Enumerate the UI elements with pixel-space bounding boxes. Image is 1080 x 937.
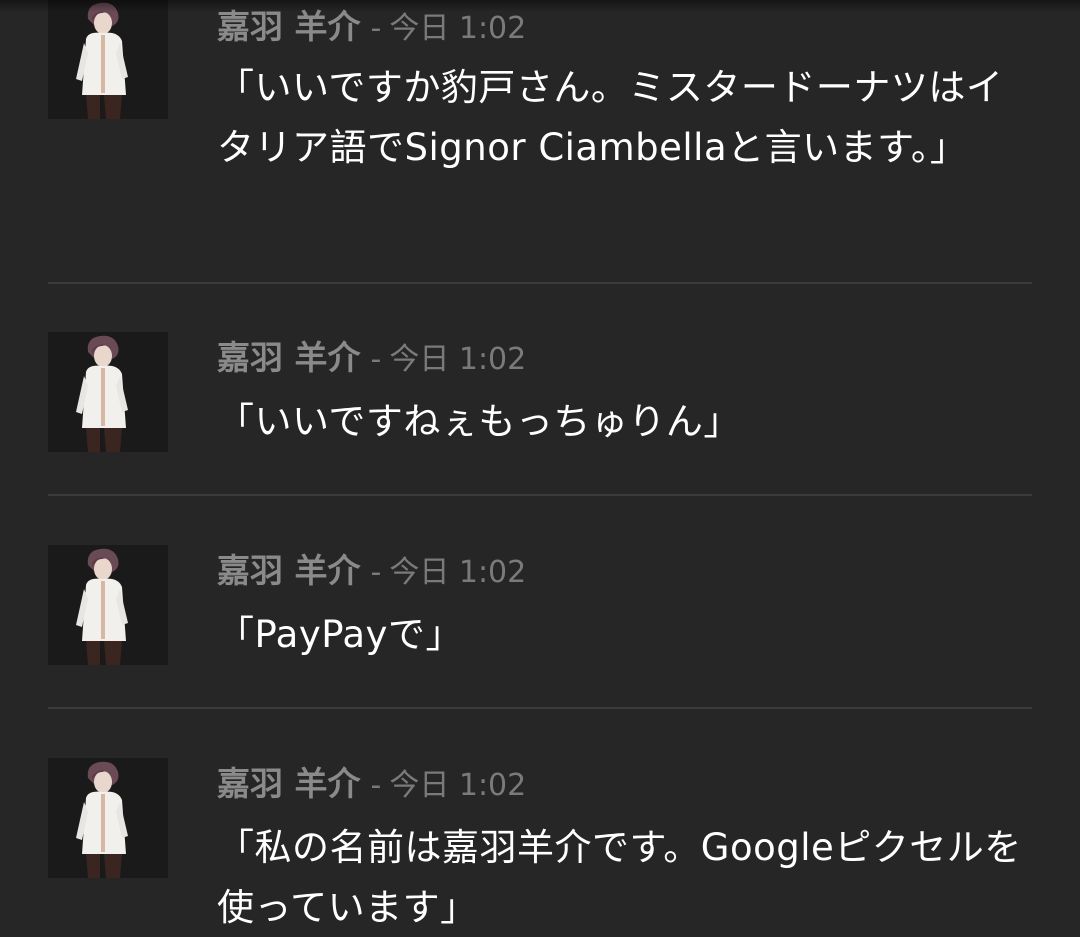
message-text: 「PayPayで」 [217,613,463,656]
avatar[interactable] [48,758,168,878]
divider [48,707,1032,709]
avatar-icon [48,758,168,878]
timestamp: 今日 1:02 [389,11,527,46]
avatar[interactable] [48,332,168,452]
header-separator: - [370,555,382,590]
author-name[interactable]: 嘉羽 羊介 [217,551,361,590]
divider [48,282,1032,284]
timestamp: 今日 1:02 [389,342,527,377]
message-text: 「私の名前は嘉羽羊介です。Googleピクセルを使っています」 [217,826,1022,929]
timestamp: 今日 1:02 [389,555,527,590]
message-feed[interactable]: 嘉羽 羊介 - 今日 1:02 「いいですか豹戸さん。ミスタードーナツはイタリア語で… [0,0,1080,937]
message-text: 「いいですねぇもっちゅりん」 [217,400,741,443]
avatar-icon [48,332,168,452]
avatar[interactable] [48,545,168,665]
message-text: 「いいですか豹戸さん。ミスタードーナツはイタリア語でSignor Ciambel… [217,66,1004,169]
author-name[interactable]: 嘉羽 羊介 [217,7,361,46]
message-header: 嘉羽 羊介 - 今日 1:02 [217,762,526,806]
avatar[interactable] [48,0,168,119]
avatar-icon [48,545,168,665]
timestamp: 今日 1:02 [389,768,527,803]
avatar-icon [48,0,168,119]
header-separator: - [370,11,382,46]
top-bar-shadow [0,0,1080,12]
message-header: 嘉羽 羊介 - 今日 1:02 [217,336,526,380]
author-name[interactable]: 嘉羽 羊介 [217,338,361,377]
header-separator: - [370,342,382,377]
header-separator: - [370,768,382,803]
divider [48,494,1032,496]
message-header: 嘉羽 羊介 - 今日 1:02 [217,549,526,593]
author-name[interactable]: 嘉羽 羊介 [217,764,361,803]
